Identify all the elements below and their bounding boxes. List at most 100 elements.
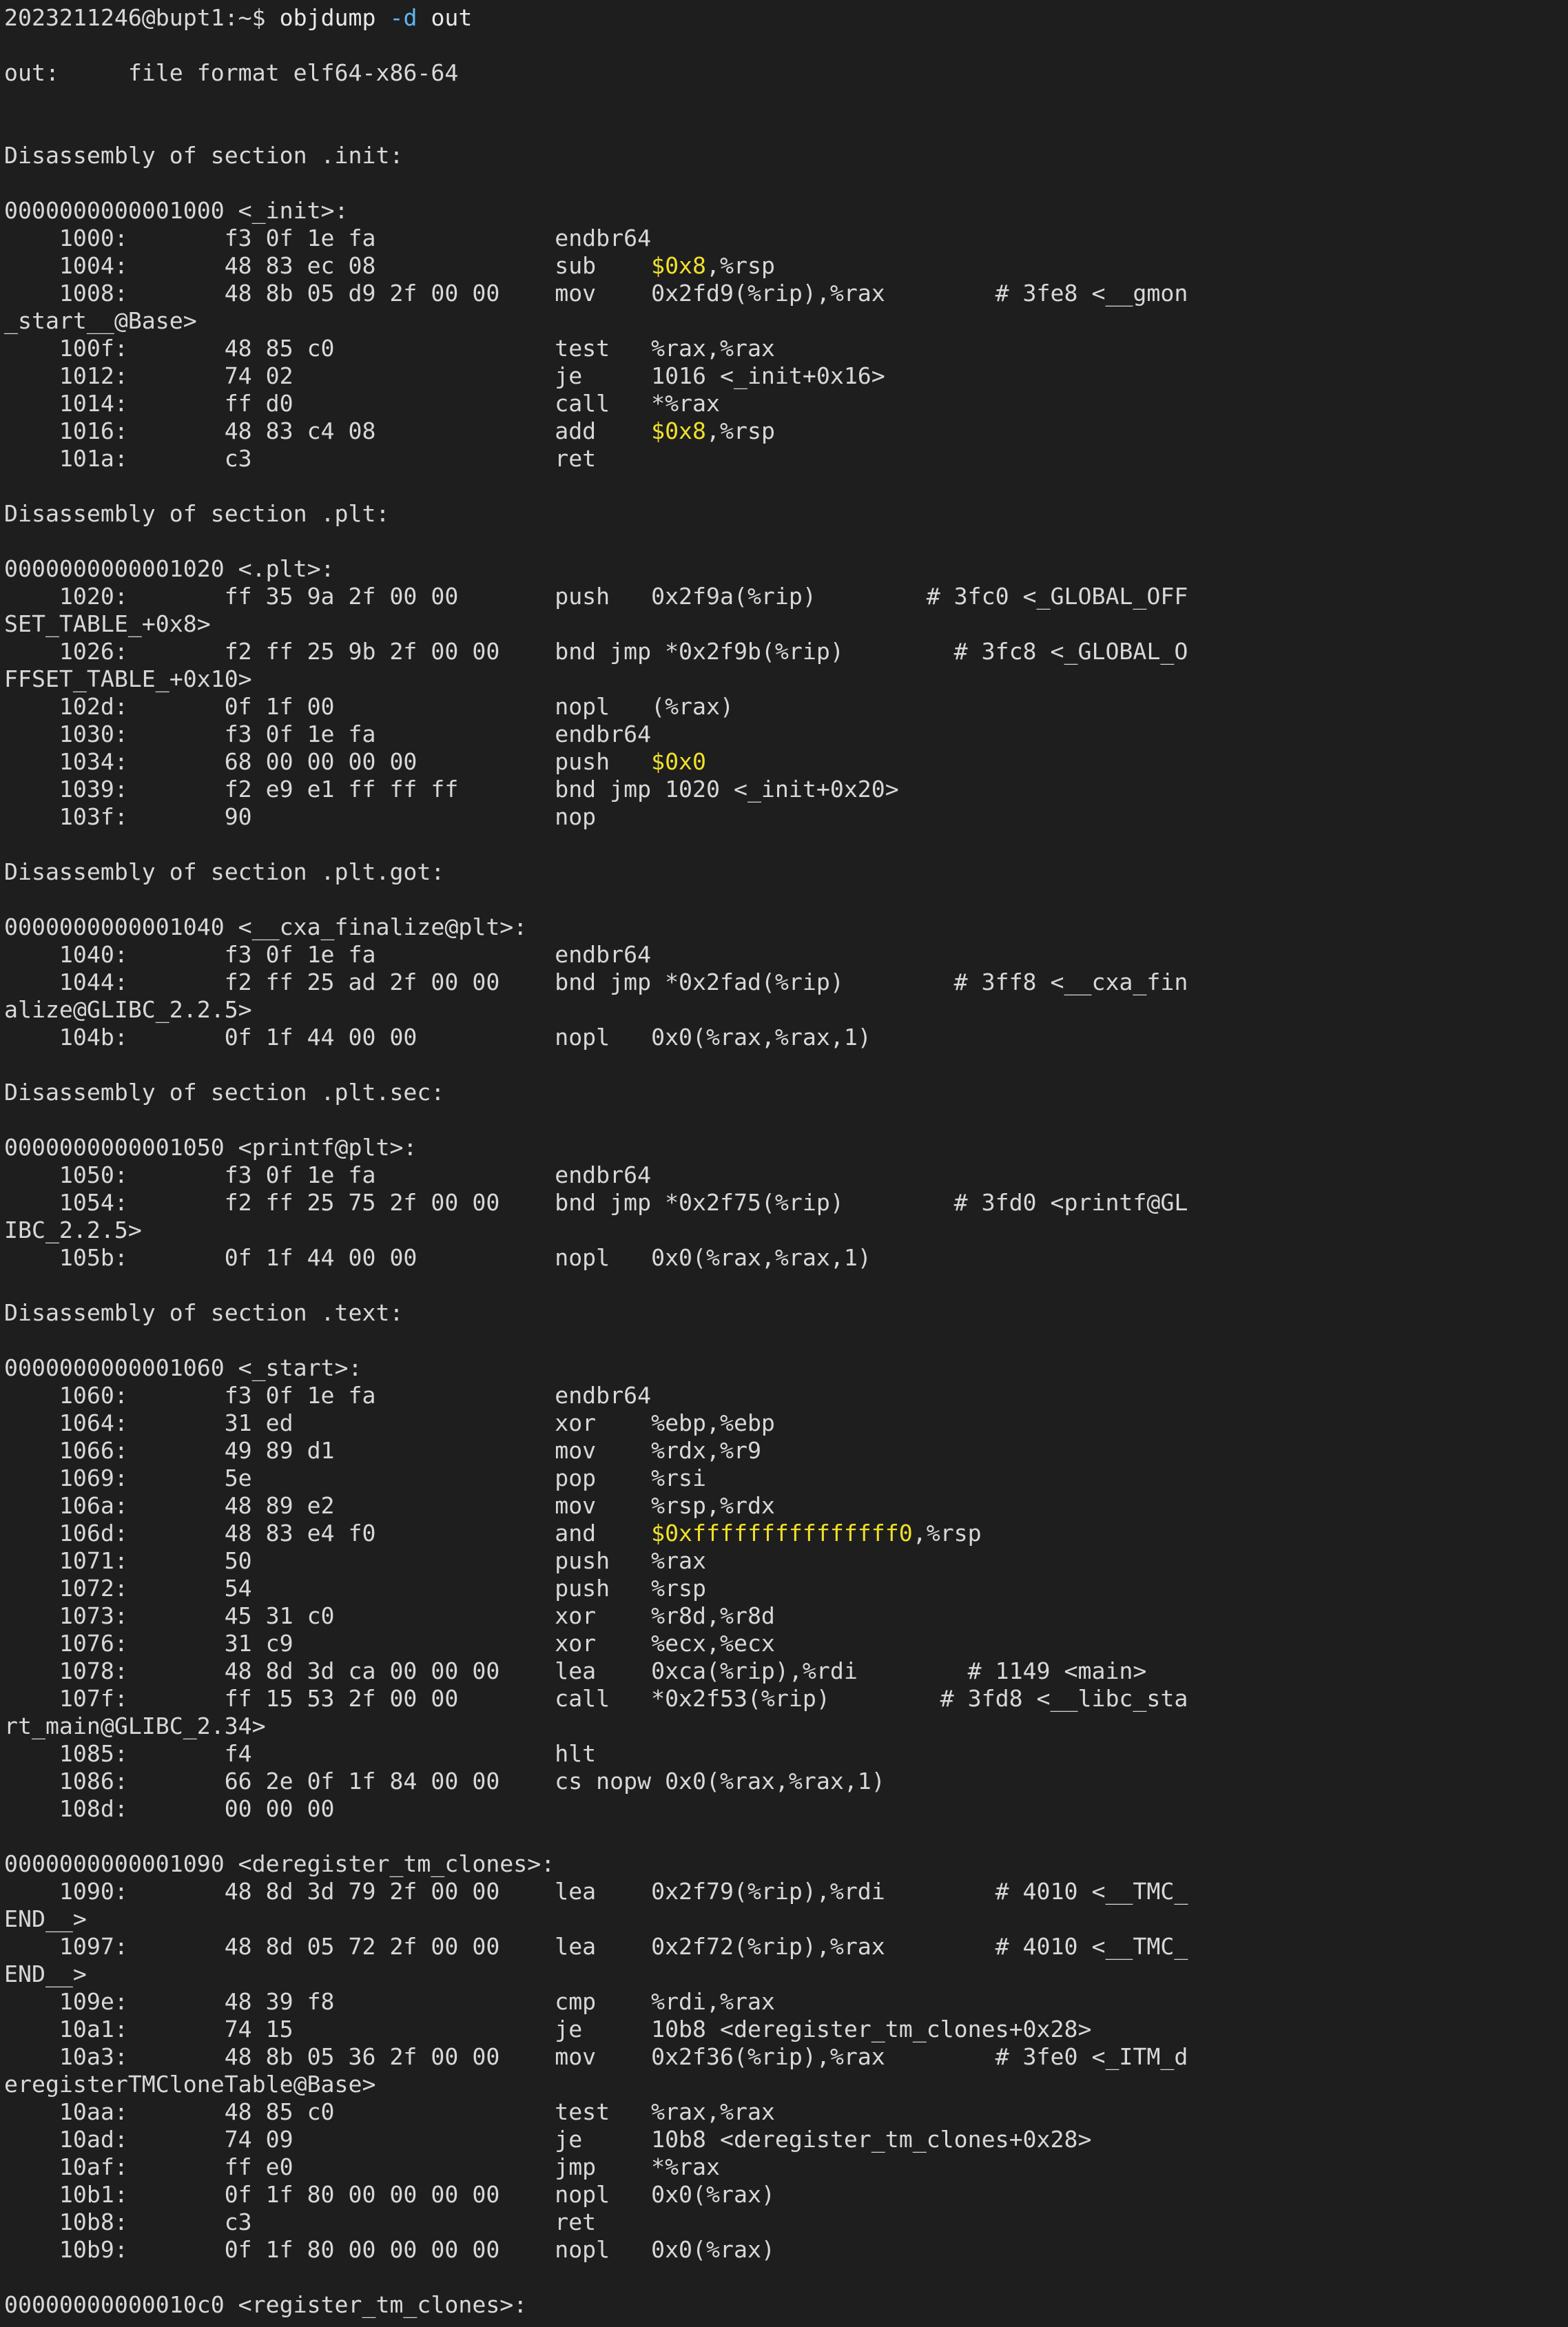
output-line: 10b8: c3 ret <box>4 2209 1568 2236</box>
output-line: 104b: 0f 1f 44 00 00 nopl 0x0(%rax,%rax,… <box>4 1024 1568 1051</box>
output-line: 102d: 0f 1f 00 nopl (%rax) <box>4 693 1568 721</box>
output-text: 1085: f4 hlt <box>4 1740 597 1767</box>
output-text: 1066: 49 89 d1 mov %rdx,%r9 <box>4 1437 761 1464</box>
output-line: 10a3: 48 8b 05 36 2f 00 00 mov 0x2f36(%r… <box>4 2043 1568 2071</box>
output-text: ,%rsp <box>706 252 775 279</box>
output-line: SET_TABLE_+0x8> <box>4 610 1568 638</box>
output-line: 10b9: 0f 1f 80 00 00 00 00 nopl 0x0(%rax… <box>4 2236 1568 2264</box>
output-line: 1016: 48 83 c4 08 add $0x8,%rsp <box>4 417 1568 445</box>
output-text: Disassembly of section .plt.got: <box>4 858 445 885</box>
output-line: rt_main@GLIBC_2.34> <box>4 1713 1568 1740</box>
output-line: 1004: 48 83 ec 08 sub $0x8,%rsp <box>4 252 1568 280</box>
output-line: 0000000000001060 <_start>: <box>4 1354 1568 1382</box>
output-line: alize@GLIBC_2.2.5> <box>4 996 1568 1024</box>
output-line: 1090: 48 8d 3d 79 2f 00 00 lea 0x2f79(%r… <box>4 1878 1568 1905</box>
output-line: 1040: f3 0f 1e fa endbr64 <box>4 941 1568 969</box>
output-text: 1097: 48 8d 05 72 2f 00 00 lea 0x2f72(%r… <box>4 1933 1188 1960</box>
output-text: 1090: 48 8d 3d 79 2f 00 00 lea 0x2f79(%r… <box>4 1878 1188 1905</box>
output-text: 1076: 31 c9 xor %ecx,%ecx <box>4 1630 775 1657</box>
output-text: 10ad: 74 09 je 10b8 <deregister_tm_clone… <box>4 2126 1092 2153</box>
output-line: eregisterTMCloneTable@Base> <box>4 2071 1568 2098</box>
output-text: 1020: ff 35 9a 2f 00 00 push 0x2f9a(%rip… <box>4 583 1188 610</box>
output-line: 100f: 48 85 c0 test %rax,%rax <box>4 335 1568 362</box>
immediate-value: $0x8 <box>651 252 707 279</box>
output-line: 1072: 54 push %rsp <box>4 1575 1568 1602</box>
output-text: 1072: 54 push %rsp <box>4 1575 707 1602</box>
output-text: 1034: 68 00 00 00 00 push <box>4 748 652 775</box>
output-text: 0000000000001000 <_init>: <box>4 197 349 224</box>
output-line: 1050: f3 0f 1e fa endbr64 <box>4 1161 1568 1189</box>
output-line: 1000: f3 0f 1e fa endbr64 <box>4 225 1568 252</box>
output-text: 1016: 48 83 c4 08 add <box>4 417 652 444</box>
output-line: 00000000000010c0 <register_tm_clones>: <box>4 2291 1568 2319</box>
output-text: FFSET_TABLE_+0x10> <box>4 665 252 692</box>
command-flag: -d <box>389 4 417 31</box>
output-text: 1064: 31 ed xor %ebp,%ebp <box>4 1409 775 1436</box>
output-line: 1085: f4 hlt <box>4 1740 1568 1768</box>
output-line: 0000000000001050 <printf@plt>: <box>4 1134 1568 1161</box>
output-text: 1086: 66 2e 0f 1f 84 00 00 cs nopw 0x0(%… <box>4 1768 885 1795</box>
output-line: 1076: 31 c9 xor %ecx,%ecx <box>4 1630 1568 1657</box>
output-line: 1066: 49 89 d1 mov %rdx,%r9 <box>4 1437 1568 1465</box>
output-text: 1044: f2 ff 25 ad 2f 00 00 bnd jmp *0x2f… <box>4 969 1188 995</box>
output-text: 10aa: 48 85 c0 test %rax,%rax <box>4 2098 775 2125</box>
output-text: ,%rsp <box>706 417 775 444</box>
output-text: 1004: 48 83 ec 08 sub <box>4 252 652 279</box>
command-name: objdump <box>279 4 376 31</box>
output-line: 1026: f2 ff 25 9b 2f 00 00 bnd jmp *0x2f… <box>4 638 1568 665</box>
output-text: 0000000000001020 <.plt>: <box>4 555 335 582</box>
output-line: 1020: ff 35 9a 2f 00 00 push 0x2f9a(%rip… <box>4 583 1568 610</box>
immediate-value: $0x0 <box>651 748 707 775</box>
output-line: 105b: 0f 1f 44 00 00 nopl 0x0(%rax,%rax,… <box>4 1244 1568 1272</box>
output-text: 1014: ff d0 call *%rax <box>4 390 720 417</box>
output-text: 00000000000010c0 <register_tm_clones>: <box>4 2291 528 2318</box>
output-text: 106d: 48 83 e4 f0 and <box>4 1520 652 1547</box>
output-text: 0000000000001060 <_start>: <box>4 1354 362 1381</box>
output-line: 103f: 90 nop <box>4 803 1568 831</box>
output-text: 1078: 48 8d 3d ca 00 00 00 lea 0xca(%rip… <box>4 1657 1147 1684</box>
output-text: 103f: 90 nop <box>4 803 597 830</box>
output-line: 1071: 50 push %rax <box>4 1547 1568 1575</box>
output-text: eregisterTMCloneTable@Base> <box>4 2071 376 2098</box>
command-output: out: file format elf64-x86-64 Disassembly… <box>4 32 1568 2319</box>
output-line: 10b1: 0f 1f 80 00 00 00 00 nopl 0x0(%rax… <box>4 2181 1568 2209</box>
output-line: 1008: 48 8b 05 d9 2f 00 00 mov 0x2fd9(%r… <box>4 280 1568 307</box>
output-text: 1039: f2 e9 e1 ff ff ff bnd jmp 1020 <_i… <box>4 776 899 803</box>
output-text: 106a: 48 89 e2 mov %rsp,%rdx <box>4 1492 775 1519</box>
output-text: 1060: f3 0f 1e fa endbr64 <box>4 1382 652 1409</box>
output-text: 10a3: 48 8b 05 36 2f 00 00 mov 0x2f36(%r… <box>4 2043 1188 2070</box>
immediate-value: $0xfffffffffffffff0 <box>651 1520 913 1547</box>
output-line: 10a1: 74 15 je 10b8 <deregister_tm_clone… <box>4 2016 1568 2043</box>
output-text: 109e: 48 39 f8 cmp %rdi,%rax <box>4 1988 775 2015</box>
output-text: _start__@Base> <box>4 307 197 334</box>
output-line: IBC_2.2.5> <box>4 1217 1568 1244</box>
output-line: Disassembly of section .init: <box>4 142 1568 169</box>
output-line: 1073: 45 31 c0 xor %r8d,%r8d <box>4 1602 1568 1630</box>
output-line: 10af: ff e0 jmp *%rax <box>4 2153 1568 2181</box>
output-line: 1039: f2 e9 e1 ff ff ff bnd jmp 1020 <_i… <box>4 776 1568 803</box>
output-text: Disassembly of section .plt: <box>4 500 390 527</box>
output-text: alize@GLIBC_2.2.5> <box>4 996 252 1023</box>
output-line: 109e: 48 39 f8 cmp %rdi,%rax <box>4 1988 1568 2016</box>
output-line: END__> <box>4 1961 1568 1988</box>
output-line: 1034: 68 00 00 00 00 push $0x0 <box>4 748 1568 776</box>
output-text: 1071: 50 push %rax <box>4 1547 707 1574</box>
output-text: 102d: 0f 1f 00 nopl (%rax) <box>4 693 734 720</box>
output-text: 100f: 48 85 c0 test %rax,%rax <box>4 335 775 362</box>
immediate-value: $0x8 <box>651 417 707 444</box>
terminal-window[interactable]: 2023211246@bupt1:~$ objdump -d out out: … <box>0 0 1568 2327</box>
output-line: 1078: 48 8d 3d ca 00 00 00 lea 0xca(%rip… <box>4 1657 1568 1685</box>
shell-prompt: 2023211246@bupt1:~$ <box>4 4 280 31</box>
output-line: 1044: f2 ff 25 ad 2f 00 00 bnd jmp *0x2f… <box>4 969 1568 996</box>
output-text: 1040: f3 0f 1e fa endbr64 <box>4 941 652 968</box>
output-line: 1086: 66 2e 0f 1f 84 00 00 cs nopw 0x0(%… <box>4 1768 1568 1795</box>
output-text: Disassembly of section .init: <box>4 142 404 169</box>
output-text: 105b: 0f 1f 44 00 00 nopl 0x0(%rax,%rax,… <box>4 1244 871 1271</box>
